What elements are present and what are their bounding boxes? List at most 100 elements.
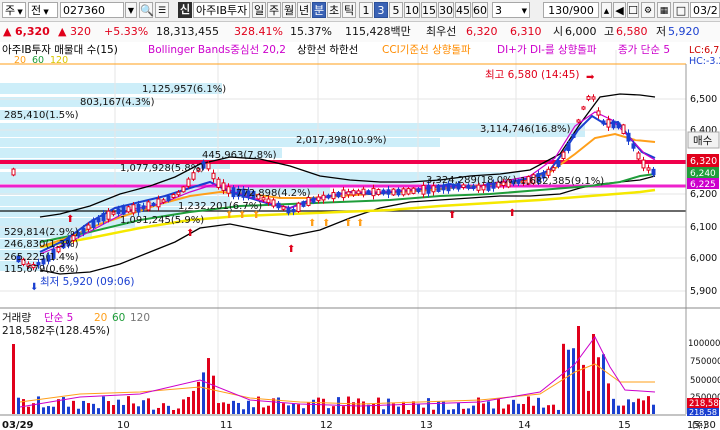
new-listing-badge: 신 [178, 2, 192, 18]
interval-3-button[interactable]: 3 [374, 2, 388, 18]
period-second-button[interactable]: 초 [327, 2, 341, 18]
volume-bar [242, 409, 245, 414]
candle-body [546, 168, 551, 176]
grid-button[interactable]: ▦ [657, 2, 671, 18]
candle-body [641, 159, 646, 169]
time-axis-label: 14 [518, 420, 531, 430]
volume-bar [637, 398, 640, 414]
volume-bar [507, 404, 510, 414]
period-tick-button[interactable]: 틱 [342, 2, 356, 18]
prev-button[interactable]: ◀ [613, 2, 626, 18]
interval-select[interactable]: 3 ▼ [492, 2, 530, 18]
buy-arrow-icon: ⬆ [508, 208, 516, 219]
period-month-button[interactable]: 월 [282, 2, 296, 18]
candle-body [366, 190, 371, 194]
sell-arrow-icon: ⬇ [30, 282, 38, 293]
candle-body [166, 195, 171, 202]
price-volume-chart[interactable]: 아주IB투자 매물대 수(15) Bollinger Bands중심선 20,2… [0, 42, 720, 430]
mode-select[interactable]: 전 ▼ [28, 2, 58, 18]
volume-bar [407, 409, 410, 414]
date-input[interactable]: 03/2 [690, 2, 720, 18]
stock-code-input[interactable]: 027360 [60, 2, 124, 18]
volume-axis-label: 1000000 [688, 339, 720, 349]
up-triangle-icon: ▲ [58, 25, 67, 38]
volume-bar [137, 406, 140, 414]
volume-bar [462, 408, 465, 414]
candle-body [606, 119, 611, 128]
candle-body [231, 187, 236, 198]
candle-body [386, 189, 391, 195]
volume-bar [12, 344, 15, 414]
cci-arrow-icon: ⬆ [356, 218, 364, 229]
candle-body [96, 217, 101, 223]
refresh-button[interactable]: □ [673, 2, 689, 18]
data-count-input[interactable]: 130/900 [543, 2, 599, 18]
volume-bar [172, 409, 175, 414]
candle-body [311, 197, 316, 203]
profile-label: 1,232,201(6.7%) [178, 201, 262, 212]
interval-30-button[interactable]: 30 [438, 2, 454, 18]
volume-bar [342, 406, 345, 414]
list-button[interactable]: ☰ [155, 2, 169, 18]
chevron-down-icon: ▼ [15, 8, 23, 16]
period-week-button[interactable]: 주 [267, 2, 281, 18]
interval-5-button[interactable]: 5 [389, 2, 403, 18]
legend-close-ma: 종가 단순 5 [618, 44, 670, 56]
priority-label: 최우선 [426, 25, 457, 38]
settings-button[interactable]: ⚙ [641, 2, 655, 18]
period-year-button[interactable]: 년 [297, 2, 311, 18]
volume-bar [87, 403, 90, 414]
interval-1-button[interactable]: 1 [359, 2, 373, 18]
volume-bar [567, 349, 570, 414]
candle-body [171, 194, 176, 198]
volume-bar [387, 398, 390, 414]
profile-label: 285,410(1.5%) [4, 110, 79, 121]
low-price: 5,920 [668, 25, 700, 38]
volume-bar [422, 407, 425, 414]
candle-body [411, 187, 416, 194]
candle-body [116, 208, 121, 215]
buy-arrow-icon: ⬆ [186, 228, 194, 239]
interval-15-button[interactable]: 15 [421, 2, 437, 18]
candle-body [146, 201, 151, 211]
period-day-button[interactable]: 일 [252, 2, 266, 18]
volume-bar [457, 402, 460, 414]
chevron-down-icon: ▼ [127, 6, 135, 15]
volume-bar [167, 405, 170, 414]
time-axis-label: 13 [420, 420, 433, 430]
profile-label: 772,898(4.2%) [236, 188, 311, 199]
interval-45-button[interactable]: 45 [455, 2, 471, 18]
candle-body [206, 162, 211, 170]
market-select[interactable]: 주 ▼ [2, 2, 26, 18]
profile-label: 2,017,398(10.9%) [296, 135, 387, 146]
volume-bar [102, 396, 105, 414]
price-axis-label: 6,200 [690, 189, 717, 200]
volume-bar [402, 401, 405, 414]
checkbox-toggle[interactable]: ☐ [627, 2, 639, 18]
volume-axis-label: 500000 [690, 376, 720, 386]
interval-60-button[interactable]: 60 [472, 2, 488, 18]
chevron-down-icon: ▼ [521, 7, 527, 15]
candle-body [581, 106, 586, 110]
candle-body [111, 211, 116, 215]
volume-bar [607, 383, 610, 414]
price-change: 320 [70, 25, 91, 38]
volume-bar [207, 358, 210, 414]
candle-body [376, 188, 381, 196]
candle-body [601, 120, 606, 125]
candle-body [156, 198, 161, 208]
turnover-rate: 15.37% [290, 25, 332, 38]
search-button[interactable]: 🔍 [139, 2, 154, 18]
code-dropdown-button[interactable]: ▼ [125, 2, 137, 18]
candle-body [301, 201, 306, 207]
interval-10-button[interactable]: 10 [404, 2, 420, 18]
price-axis-label: 6,000 [690, 253, 717, 264]
volume-bar [117, 399, 120, 414]
period-minute-button[interactable]: 분 [312, 2, 326, 18]
time-axis-label: 11 [220, 420, 233, 430]
candle-body [361, 188, 366, 196]
candle-body [271, 199, 276, 207]
candle-body [281, 206, 286, 210]
increase-count-button[interactable]: ▲ [601, 2, 612, 18]
candle-body [291, 208, 296, 213]
